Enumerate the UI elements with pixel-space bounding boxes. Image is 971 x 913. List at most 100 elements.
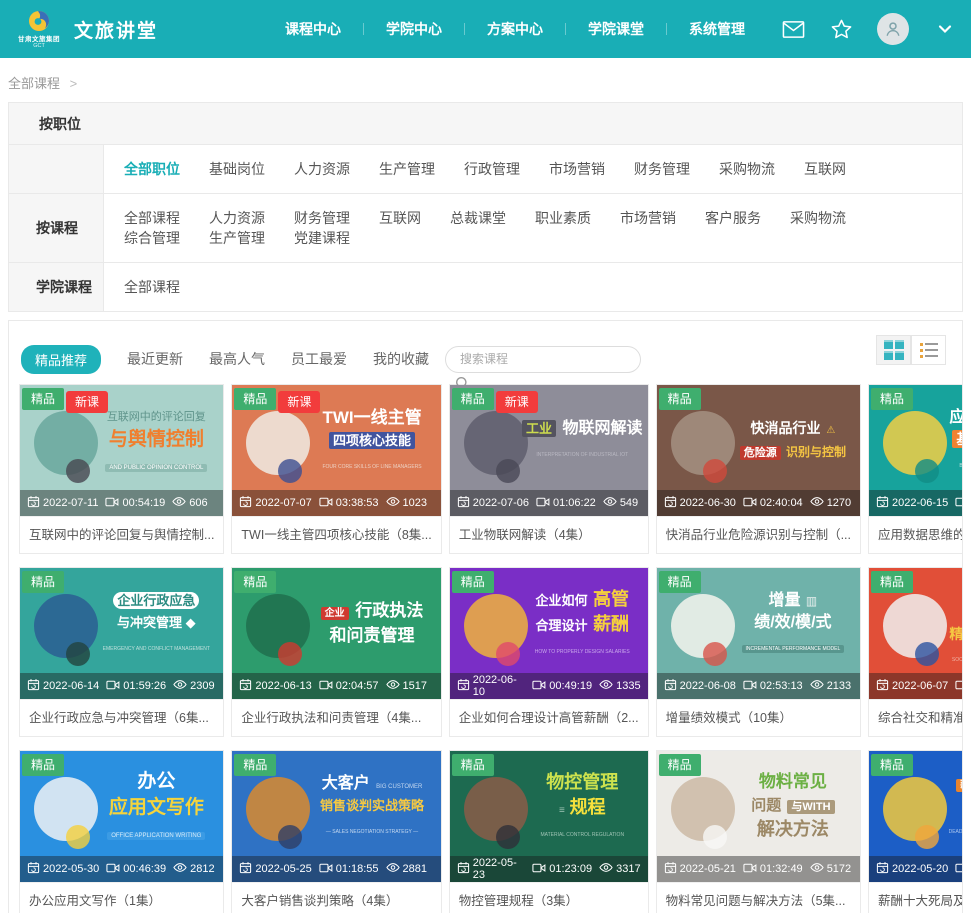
course-card[interactable]: 应用数据思维的基本原则与技巧BASIC PRINCIPLES AND TECHN… [868, 384, 963, 554]
views-icon [173, 862, 187, 876]
filter-tab[interactable]: 采购物流 [790, 208, 846, 228]
duration-icon [319, 679, 333, 694]
sort-toolbar: 精品推荐 最近更新 最高人气 员工最爱 我的收藏 [9, 321, 962, 381]
star-icon[interactable] [829, 17, 853, 41]
filter-tab[interactable]: 互联网 [804, 159, 846, 179]
sort-tab-2[interactable]: 最近更新 [127, 349, 183, 369]
course-card[interactable]: 薪酬 十大死局及破解方法DEADLY SALARY SITUATIONS AND… [868, 750, 963, 913]
course-card[interactable]: 企业如何 高管合理设计 薪酬HOW TO PROPERLY DESIGN SAL… [449, 567, 649, 737]
thumbnail-text-segment: 绩/效/模/式 [754, 614, 831, 631]
sort-tab-1[interactable]: 精品推荐 [21, 345, 101, 374]
filter-tab[interactable]: 行政管理 [464, 159, 520, 179]
meta-views: 1335 [599, 679, 640, 693]
premium-badge: 精品 [22, 388, 64, 410]
filter-tab[interactable]: 基础岗位 [209, 159, 265, 179]
avatar[interactable] [877, 13, 909, 45]
brand-logo[interactable]: 甘肃文旅集团 GCT [16, 9, 62, 49]
course-meta: 2022-06-1500:53:131990 [869, 490, 963, 516]
meta-duration: 00:54:34 [955, 862, 963, 877]
thumbnail-text-segment: TWI一线主管 [322, 408, 421, 427]
course-card[interactable]: 像网红一样火综合社交和精准媒体营销策划SOCIAL AND PRECISION … [868, 567, 963, 737]
course-thumbnail: 工业 物联网解读INTERPRETATION OF INDUSTRIAL IOT… [450, 385, 648, 516]
thumbnail-text-segment: SOCIAL AND PRECISION MEDIA MARKETING [952, 657, 963, 663]
course-card[interactable]: 大客户 BIG CUSTOMER销售谈判实战策略— SALES NEGOTIAT… [231, 750, 441, 913]
course-card[interactable]: 物控管理≡ 规程MATERIAL CONTROL REGULATION精品202… [449, 750, 649, 913]
course-card[interactable]: 办公应用文写作OFFICE APPLICATION WRITING精品2022-… [19, 750, 224, 913]
course-card[interactable]: 企业行政应急与冲突管理 ◆EMERGENCY AND CONFLICT MANA… [19, 567, 224, 737]
thumbnail-text-line: OFFICE APPLICATION WRITING [106, 822, 206, 844]
filter-tab[interactable]: 职业素质 [535, 208, 591, 228]
filter-tab[interactable]: 综合管理 [124, 228, 180, 248]
filter-tab[interactable]: 全部职位 [124, 159, 180, 179]
nav-item-2[interactable]: 学院中心 [386, 13, 442, 45]
thumbnail-text-line: 薪酬 十大死局 [955, 773, 963, 795]
meta-duration: 01:06:22 [536, 496, 596, 511]
meta-duration-value: 02:53:13 [760, 680, 803, 692]
filter-tab[interactable]: 财务管理 [634, 159, 690, 179]
nav-item-1[interactable]: 课程中心 [285, 13, 341, 45]
course-thumbnail: 物控管理≡ 规程MATERIAL CONTROL REGULATION精品202… [450, 751, 648, 882]
thumbnail-text-segment: 物料常见 [759, 772, 827, 791]
course-card[interactable]: 企业 行政执法和问责管理精品2022-06-1302:04:571517企业行政… [231, 567, 441, 737]
list-view-button[interactable] [911, 335, 946, 365]
date-icon [876, 495, 889, 511]
filter-tab[interactable]: 生产管理 [209, 228, 265, 248]
app-header: 甘肃文旅集团 GCT 文旅讲堂 课程中心 学院中心 方案中心 学院课堂 系统管理 [0, 0, 971, 58]
filter-tab[interactable]: 人力资源 [209, 208, 265, 228]
course-card[interactable]: 互联网中的评论回复与舆情控制AND PUBLIC OPINION CONTROL… [19, 384, 224, 554]
filter-tab[interactable]: 总裁课堂 [450, 208, 506, 228]
search-input[interactable] [445, 346, 641, 373]
thumbnail-text-line: 合理设计 薪酬 [534, 612, 630, 637]
grid-view-button[interactable] [876, 335, 911, 365]
meta-views-value: 2812 [190, 863, 214, 875]
breadcrumb-all-courses[interactable]: 全部课程 [8, 76, 60, 91]
page-title: 文旅讲堂 [74, 16, 158, 43]
course-card[interactable]: 工业 物联网解读INTERPRETATION OF INDUSTRIAL IOT… [449, 384, 649, 554]
nav-item-5[interactable]: 系统管理 [689, 13, 745, 45]
filter-tab[interactable]: 市场营销 [620, 208, 676, 228]
filter-tab[interactable]: 生产管理 [379, 159, 435, 179]
course-card[interactable]: TWI一线主管四项核心技能FOUR CORE SKILLS OF LINE MA… [231, 384, 441, 554]
course-card[interactable]: 增量 ▥绩/效/模/式INCREMENTAL PERFORMANCE MODEL… [656, 567, 861, 737]
filter-tab[interactable]: 全部课程 [124, 277, 180, 297]
nav-item-3[interactable]: 方案中心 [487, 13, 543, 45]
filter-tab[interactable]: 客户服务 [705, 208, 761, 228]
course-card[interactable]: 物料常见问题 与WITH解决方法精品2022-05-2101:32:495172… [656, 750, 861, 913]
mail-icon[interactable] [781, 17, 805, 41]
thumbnail-text-segment: 规程 [570, 797, 606, 817]
sort-tab-3[interactable]: 最高人气 [209, 349, 265, 369]
thumbnail-text-line: 和问责管理 [329, 624, 416, 648]
thumbnail-text-segment: DEADLY SALARY SITUATIONS AND SOLUTIONS [949, 829, 963, 835]
meta-duration: 00:53:13 [955, 496, 963, 511]
duration-icon [743, 862, 757, 877]
thumbnail-art [278, 459, 302, 483]
filter-row-label: 学院课程 [9, 263, 104, 311]
breadcrumb: 全部课程 > [8, 73, 963, 92]
thumbnail-text: 企业如何 高管合理设计 薪酬HOW TO PROPERLY DESIGN SAL… [521, 576, 644, 671]
new-course-badge: 新课 [496, 391, 538, 413]
meta-date-value: 2022-05-25 [255, 863, 311, 875]
thumbnail-text-line: — SALES NEGOTIATION STRATEGY — [325, 818, 419, 840]
filter-tab[interactable]: 互联网 [379, 208, 421, 228]
nav-item-4[interactable]: 学院课堂 [588, 13, 644, 45]
filter-tab[interactable]: 党建课程 [294, 228, 350, 248]
thumbnail-art [915, 825, 939, 849]
filter-tab[interactable]: 财务管理 [294, 208, 350, 228]
filter-tab[interactable]: 人力资源 [294, 159, 350, 179]
thumbnail-text-segment: BASIC PRINCIPLES AND TECHNIQUES [959, 463, 963, 469]
filter-tab[interactable]: 市场营销 [549, 159, 605, 179]
sort-tab-5[interactable]: 我的收藏 [373, 349, 429, 369]
meta-date-value: 2022-06-30 [680, 497, 736, 509]
thumbnail-text-line: 企业如何 高管 [534, 587, 630, 612]
filter-tab[interactable]: 全部课程 [124, 208, 180, 228]
filter-group-label: 按职位 [9, 114, 81, 134]
filter-group-label-row: 按职位 [9, 103, 962, 145]
course-title: 企业行政应急与冲突管理（6集... [20, 699, 223, 736]
meta-duration-value: 02:40:04 [760, 497, 803, 509]
filter-tab[interactable]: 采购物流 [719, 159, 775, 179]
chevron-down-icon[interactable] [933, 17, 957, 41]
meta-date: 2022-05-20 [876, 861, 948, 877]
course-card[interactable]: 快消品行业 ⚠危险源 识别与控制精品2022-06-3002:40:041270… [656, 384, 861, 554]
breadcrumb-separator: > [70, 76, 78, 91]
sort-tab-4[interactable]: 员工最爱 [291, 349, 347, 369]
